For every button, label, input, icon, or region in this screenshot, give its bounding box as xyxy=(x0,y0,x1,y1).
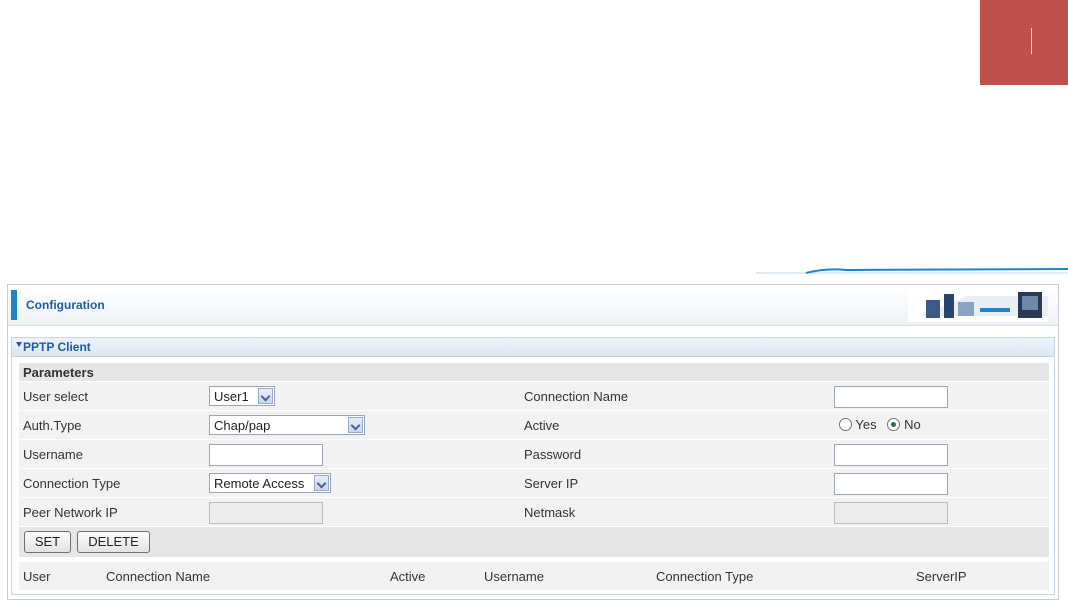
pptp-client-panel: PPTP Client Parameters User select User1… xyxy=(11,337,1055,595)
collapse-arrow-icon xyxy=(16,342,22,347)
column-header-active: Active xyxy=(390,569,426,584)
chevron-down-icon[interactable] xyxy=(258,388,273,404)
peer-network-ip-label: Peer Network IP xyxy=(23,505,118,520)
user-select-dropdown[interactable]: User1 xyxy=(209,386,275,406)
server-ip-input[interactable] xyxy=(834,473,948,495)
connection-type-dropdown[interactable]: Remote Access xyxy=(209,473,331,493)
chevron-down-icon[interactable] xyxy=(348,417,363,433)
parameters-heading: Parameters xyxy=(23,365,94,380)
user-select-value: User1 xyxy=(214,389,249,404)
peer-network-row: Peer Network IP Netmask xyxy=(19,498,1049,526)
chevron-down-icon[interactable] xyxy=(314,475,329,491)
netmask-label: Netmask xyxy=(524,505,576,520)
active-radio-group: Yes No xyxy=(839,417,921,432)
set-button[interactable]: SET xyxy=(24,531,71,553)
active-no-radio[interactable] xyxy=(887,418,901,431)
user-select-label: User select xyxy=(23,389,89,404)
peer-network-ip-input[interactable] xyxy=(209,502,323,524)
corner-tab xyxy=(980,0,1068,85)
connection-name-label: Connection Name xyxy=(524,389,629,404)
configuration-title: Configuration xyxy=(26,298,105,312)
connection-name-input[interactable] xyxy=(834,386,948,408)
connections-table-header: User Connection Name Active Username Con… xyxy=(19,562,1049,590)
active-yes-radio[interactable] xyxy=(839,418,852,431)
column-header-connection-type: Connection Type xyxy=(656,569,754,584)
column-header-username: Username xyxy=(484,569,544,584)
column-header-server-ip: ServerIP xyxy=(916,569,967,584)
pptp-client-header[interactable]: PPTP Client xyxy=(12,338,1054,357)
auth-type-dropdown[interactable]: Chap/pap xyxy=(209,415,365,435)
pptp-client-title: PPTP Client xyxy=(23,340,91,354)
password-input[interactable] xyxy=(834,444,948,466)
active-no-label: No xyxy=(904,417,921,432)
auth-type-value: Chap/pap xyxy=(214,418,271,433)
decorative-swoosh xyxy=(756,268,1068,274)
parameters-heading-row: Parameters xyxy=(19,363,1049,381)
corner-tick xyxy=(1031,28,1032,54)
column-header-user: User xyxy=(23,569,51,584)
connection-type-value: Remote Access xyxy=(214,476,305,491)
server-ip-label: Server IP xyxy=(524,476,579,491)
action-buttons-row: SET DELETE xyxy=(19,527,1049,557)
password-label: Password xyxy=(524,447,582,462)
user-select-row: User select User1 Connection Name xyxy=(19,382,1049,410)
header-accent-bar xyxy=(11,290,17,320)
configuration-header: Configuration xyxy=(8,285,1058,326)
active-label: Active xyxy=(524,418,560,433)
configuration-panel: Configuration PPTP Client Parameters Use… xyxy=(7,284,1059,600)
connection-type-label: Connection Type xyxy=(23,476,121,491)
username-row: Username Password xyxy=(19,440,1049,468)
delete-button[interactable]: DELETE xyxy=(77,531,150,553)
username-input[interactable] xyxy=(209,444,323,466)
active-yes-label: Yes xyxy=(855,417,877,432)
column-header-connection-name: Connection Name xyxy=(106,569,211,584)
netmask-input[interactable] xyxy=(834,502,948,524)
connection-type-row: Connection Type Remote Access Server IP xyxy=(19,469,1049,497)
network-banner-image xyxy=(908,290,1048,322)
auth-type-label: Auth.Type xyxy=(23,418,82,433)
auth-type-row: Auth.Type Chap/pap Active Yes No xyxy=(19,411,1049,439)
username-label: Username xyxy=(23,447,83,462)
